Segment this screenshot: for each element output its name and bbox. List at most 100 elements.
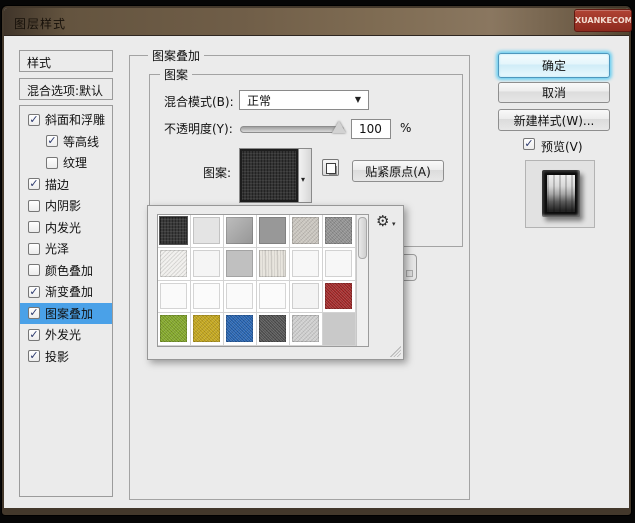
- chevron-down-icon: ▼: [355, 95, 361, 104]
- pattern-swatch-mid-gray[interactable]: [224, 248, 257, 281]
- pattern-swatch-white-paper[interactable]: [191, 248, 224, 281]
- pattern-swatch-blue[interactable]: [224, 313, 257, 346]
- checkbox-color-overlay[interactable]: [28, 264, 40, 276]
- opacity-input[interactable]: 100: [351, 119, 391, 139]
- blend-mode-value: 正常: [247, 92, 271, 109]
- sidebar-item-contour[interactable]: ✓ 等高线: [20, 131, 112, 153]
- pattern-swatch-speckle[interactable]: [290, 313, 323, 346]
- sidebar-item-label: 斜面和浮雕: [45, 111, 105, 128]
- pattern-swatch-white-8[interactable]: [290, 281, 323, 314]
- pattern-group-title: 图案: [160, 66, 192, 83]
- sidebar-item-label: 内阴影: [45, 197, 81, 214]
- cancel-button[interactable]: 取消: [498, 82, 610, 103]
- checkbox-texture[interactable]: [46, 157, 58, 169]
- pattern-swatch-gray-diagonal[interactable]: [224, 215, 257, 248]
- pattern-swatch-yellow-green[interactable]: [158, 313, 191, 346]
- opacity-slider-thumb[interactable]: [332, 121, 346, 133]
- pattern-swatch-white-2[interactable]: [290, 248, 323, 281]
- sidebar-item-inner-glow[interactable]: 内发光: [20, 217, 112, 239]
- style-list: ✓ 斜面和浮雕 ✓ 等高线纹理 ✓ 描边内阴影内发光光泽颜色叠加 ✓ 渐变叠加 ✓ 图案叠加 ✓ 外发…: [19, 105, 113, 497]
- sidebar-item-label: 内发光: [45, 219, 81, 236]
- styles-header-label: 样式: [20, 51, 112, 71]
- resize-grip-icon[interactable]: [390, 346, 401, 357]
- pattern-swatch-dark-gray[interactable]: [257, 313, 290, 346]
- sidebar-item-outer-glow[interactable]: ✓ 外发光: [20, 324, 112, 346]
- pattern-swatch-mottled-dark[interactable]: [323, 215, 356, 248]
- checkbox-inner-shadow[interactable]: [28, 200, 40, 212]
- sidebar-item-label: 光泽: [45, 240, 69, 257]
- pattern-grid-box: [157, 214, 369, 347]
- pattern-swatch-medium-gray[interactable]: [257, 215, 290, 248]
- pattern-swatch-white-7[interactable]: [257, 281, 290, 314]
- checkbox-inner-glow[interactable]: [28, 221, 40, 233]
- pattern-swatch-white-6[interactable]: [224, 281, 257, 314]
- preview-thumbnail: [525, 160, 595, 228]
- preview-label: 预览(V): [541, 138, 583, 155]
- sidebar-item-drop-shadow[interactable]: ✓ 投影: [20, 346, 112, 368]
- checkbox-bevel-emboss[interactable]: ✓: [28, 114, 40, 126]
- styles-panel-header[interactable]: 样式: [19, 50, 113, 72]
- preview-style-sample: [542, 170, 580, 217]
- picker-scrollbar-thumb[interactable]: [358, 217, 367, 259]
- pattern-swatch-empty-slot: [323, 313, 356, 346]
- watermark-badge: XUANKECOM: [574, 9, 632, 32]
- checkbox-pattern-overlay[interactable]: ✓: [28, 307, 40, 319]
- sidebar-item-stroke[interactable]: ✓ 描边: [20, 174, 112, 196]
- snap-origin-button[interactable]: 贴紧原点(A): [352, 160, 444, 182]
- sidebar-item-texture[interactable]: 纹理: [20, 152, 112, 174]
- dialog-title: 图层样式: [14, 15, 66, 32]
- pattern-swatch-dark-weave[interactable]: [158, 215, 191, 248]
- sidebar-item-color-overlay[interactable]: 颜色叠加: [20, 260, 112, 282]
- pattern-swatch-off-white[interactable]: [158, 248, 191, 281]
- chevron-down-icon: ▾: [301, 175, 305, 184]
- picker-menu-button[interactable]: ⚙ ▾: [376, 212, 400, 232]
- tiny-arrow-icon: ▾: [392, 220, 396, 228]
- checkbox-outer-glow[interactable]: ✓: [28, 329, 40, 341]
- sidebar-item-label: 颜色叠加: [45, 262, 93, 279]
- pattern-label: 图案:: [203, 164, 231, 181]
- picker-scrollbar[interactable]: [356, 215, 368, 346]
- blend-mode-select[interactable]: 正常 ▼: [239, 90, 369, 110]
- preview-checkbox[interactable]: ✓: [523, 138, 535, 150]
- opacity-slider[interactable]: [240, 126, 344, 133]
- sidebar-item-label: 渐变叠加: [45, 283, 93, 300]
- sidebar-item-label: 投影: [45, 348, 69, 365]
- checkbox-gradient-overlay[interactable]: ✓: [28, 286, 40, 298]
- checkbox-drop-shadow[interactable]: ✓: [28, 350, 40, 362]
- pattern-swatch-wood-grain[interactable]: [257, 248, 290, 281]
- sidebar-item-bevel-emboss[interactable]: ✓ 斜面和浮雕: [20, 109, 112, 131]
- sidebar-item-label: 纹理: [63, 154, 87, 171]
- pattern-swatch-white-5[interactable]: [191, 281, 224, 314]
- sidebar-item-label: 外发光: [45, 326, 81, 343]
- pattern-swatch-mottled-light[interactable]: [290, 215, 323, 248]
- pattern-picker-popup: ⚙ ▾: [147, 205, 404, 360]
- desktop-background: { "window": { "title": "图层样式", "watermar…: [0, 0, 635, 523]
- new-style-button[interactable]: 新建样式(W)...: [498, 109, 610, 131]
- opacity-label: 不透明度(Y):: [164, 120, 233, 137]
- pattern-swatch-dark-red[interactable]: [323, 281, 356, 314]
- sidebar-item-gradient-overlay[interactable]: ✓ 渐变叠加: [20, 281, 112, 303]
- sidebar-item-label: 描边: [45, 176, 69, 193]
- sidebar-item-label: 图案叠加: [45, 305, 93, 322]
- checkbox-satin[interactable]: [28, 243, 40, 255]
- sidebar-item-blending-options[interactable]: 混合选项:默认: [19, 78, 113, 100]
- checkbox-contour[interactable]: ✓: [46, 135, 58, 147]
- pattern-picker-toggle[interactable]: ▾: [299, 148, 312, 203]
- pattern-swatch-light-gray[interactable]: [191, 215, 224, 248]
- new-pattern-button[interactable]: [322, 159, 339, 176]
- sidebar-item-satin[interactable]: 光泽: [20, 238, 112, 260]
- ok-button[interactable]: 确定: [498, 53, 610, 78]
- pattern-swatch-gold[interactable]: [191, 313, 224, 346]
- dialog-titlebar[interactable]: 图层样式: [4, 8, 629, 36]
- blend-mode-label: 混合模式(B):: [164, 93, 234, 110]
- sidebar-item-pattern-overlay[interactable]: ✓ 图案叠加: [20, 303, 112, 325]
- sidebar-item-inner-shadow[interactable]: 内阴影: [20, 195, 112, 217]
- pattern-swatch-white-3[interactable]: [323, 248, 356, 281]
- opacity-unit: %: [400, 121, 411, 135]
- sidebar-item-label: 等高线: [63, 133, 99, 150]
- pattern-swatch-white-4[interactable]: [158, 281, 191, 314]
- checkbox-stroke[interactable]: ✓: [28, 178, 40, 190]
- pattern-grid: [158, 215, 356, 346]
- blending-options-label: 混合选项:默认: [20, 79, 112, 99]
- pattern-thumbnail[interactable]: [239, 148, 299, 203]
